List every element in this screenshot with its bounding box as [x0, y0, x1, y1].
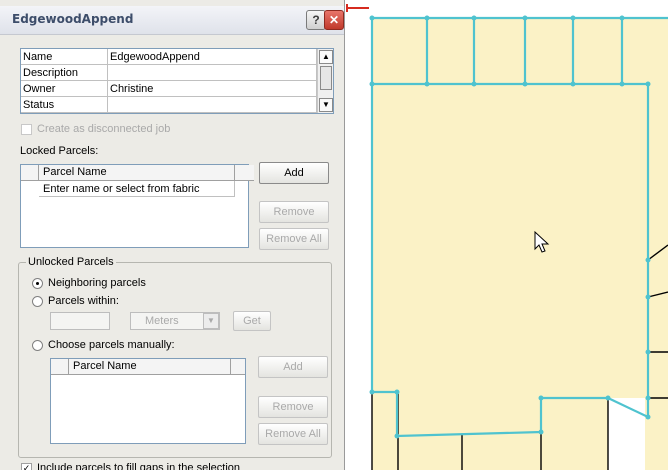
parcels-within-label: Parcels within: [48, 295, 119, 307]
parcel-name-entry-row[interactable]: Enter name or select from fabric [39, 181, 235, 197]
dialog-title: EdgewoodAppend [12, 12, 134, 26]
unlocked-parcels-list[interactable]: Parcel Name [50, 358, 246, 444]
parcels-within-radio[interactable] [32, 296, 43, 307]
choose-manually-label: Choose parcels manually: [48, 339, 175, 351]
units-value: Meters [145, 315, 179, 327]
property-key: Description [21, 64, 108, 81]
unlocked-list-header: Parcel Name [51, 359, 245, 375]
property-key: Name [21, 49, 108, 65]
scroll-down-icon[interactable]: ▼ [319, 98, 333, 112]
property-value[interactable] [107, 96, 317, 113]
fill-gaps-label: Include parcels to fill gaps in the sele… [37, 462, 241, 470]
scroll-up-icon[interactable]: ▲ [319, 50, 333, 64]
locked-parcels-list[interactable]: Parcel Name Enter name or select from fa… [20, 164, 254, 248]
property-row[interactable]: Name EdgewoodAppend [21, 49, 317, 65]
properties-grid[interactable]: Name EdgewoodAppend Description Owner Ch… [20, 48, 334, 114]
column-parcel-name[interactable]: Parcel Name [69, 359, 231, 374]
add-unlocked-button[interactable]: Add [258, 356, 328, 378]
column-parcel-name[interactable]: Parcel Name [39, 165, 235, 180]
property-value[interactable] [107, 64, 317, 81]
property-row[interactable]: Status [21, 96, 317, 113]
remove-locked-button[interactable]: Remove [259, 201, 329, 223]
neighboring-radio[interactable] [32, 278, 43, 289]
create-disconnected-checkbox[interactable] [21, 124, 32, 135]
distance-input[interactable] [50, 312, 110, 330]
fill-gaps-checkbox[interactable]: ✓ [21, 463, 32, 470]
chevron-down-icon[interactable]: ▼ [203, 313, 219, 329]
locked-list-header: Parcel Name [21, 165, 254, 181]
unfilled-gap [608, 398, 645, 470]
neighboring-label: Neighboring parcels [48, 277, 146, 289]
create-disconnected-label: Create as disconnected job [37, 123, 171, 135]
header-blank-cell [21, 165, 39, 180]
map-canvas[interactable] [345, 0, 668, 470]
scroll-thumb[interactable] [320, 66, 332, 90]
parcel-map[interactable] [345, 0, 668, 470]
property-row[interactable]: Owner Christine [21, 80, 317, 97]
property-row[interactable]: Description [21, 64, 317, 81]
help-button[interactable]: ? [306, 10, 326, 30]
job-dialog: EdgewoodAppend ? ✕ Name EdgewoodAppend D… [0, 0, 345, 470]
remove-unlocked-button[interactable]: Remove [258, 396, 328, 418]
property-value[interactable]: Christine [107, 80, 317, 97]
property-value[interactable]: EdgewoodAppend [107, 49, 317, 65]
locked-parcels-label: Locked Parcels: [20, 145, 99, 157]
dimension-mark [346, 4, 369, 12]
header-blank-cell [51, 359, 69, 374]
unlocked-parcels-title: Unlocked Parcels [26, 256, 116, 268]
properties-scrollbar[interactable]: ▲ ▼ [317, 49, 333, 113]
close-button[interactable]: ✕ [324, 10, 344, 30]
remove-all-unlocked-button[interactable]: Remove All [258, 423, 328, 445]
property-key: Owner [21, 80, 108, 97]
choose-manually-radio[interactable] [32, 340, 43, 351]
dialog-titlebar[interactable]: EdgewoodAppend ? ✕ [0, 6, 344, 35]
units-select[interactable]: Meters ▼ [130, 312, 220, 330]
get-button[interactable]: Get [233, 311, 271, 331]
property-key: Status [21, 96, 108, 113]
add-locked-button[interactable]: Add [259, 162, 329, 184]
remove-all-locked-button[interactable]: Remove All [259, 228, 329, 250]
